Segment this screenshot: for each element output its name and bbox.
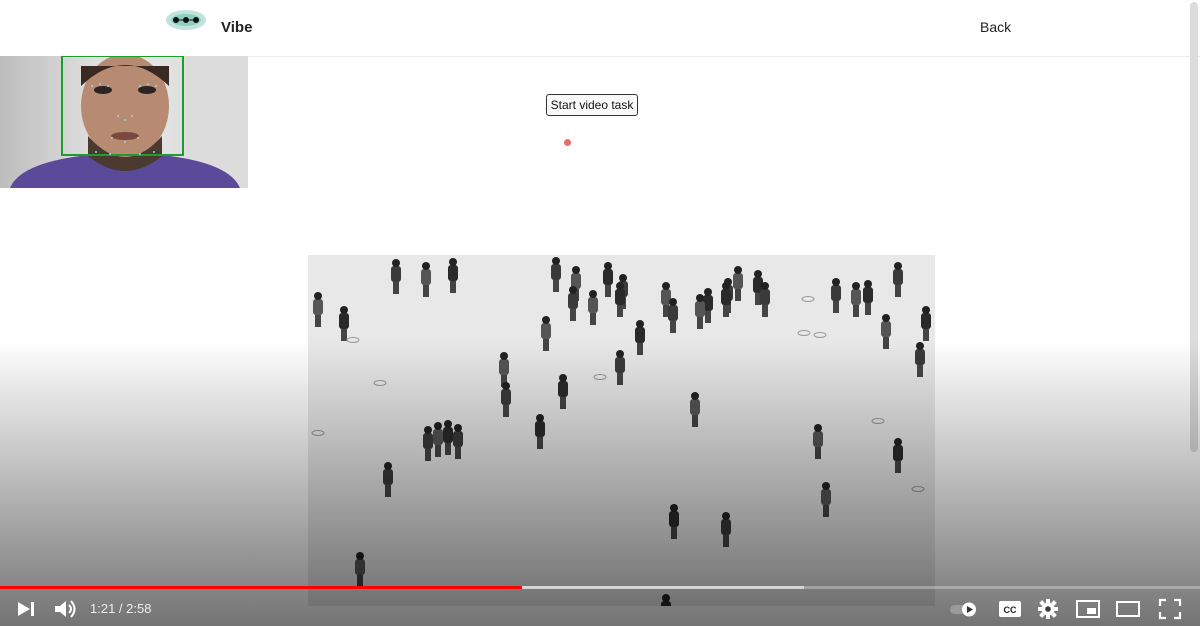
progress-played	[0, 586, 522, 589]
webcam-preview	[0, 56, 248, 188]
miniplayer-icon[interactable]	[1074, 596, 1102, 622]
page-scrollbar-thumb[interactable]	[1190, 2, 1198, 452]
time-display: 1:21 / 2:58	[90, 601, 152, 616]
video-progress-bar[interactable]	[0, 586, 1200, 589]
task-video[interactable]	[308, 255, 935, 606]
recording-indicator-dot	[564, 139, 571, 146]
autoplay-toggle-icon[interactable]	[948, 596, 980, 622]
logo-eye-icon	[166, 10, 206, 30]
page-scrollbar[interactable]	[1186, 0, 1200, 460]
svg-text:CC: CC	[1004, 605, 1017, 615]
fullscreen-icon[interactable]	[1156, 596, 1184, 622]
gear-icon[interactable]	[1034, 596, 1062, 622]
closed-captions-icon[interactable]: CC	[996, 596, 1024, 622]
app-header: Vibe Back	[0, 0, 1200, 57]
next-play-icon[interactable]	[12, 596, 40, 622]
back-link[interactable]: Back	[980, 19, 1011, 35]
theater-mode-icon[interactable]	[1114, 596, 1142, 622]
volume-icon[interactable]	[52, 596, 80, 622]
brand-name: Vibe	[221, 19, 253, 36]
start-video-task-button[interactable]: Start video task	[546, 94, 638, 116]
